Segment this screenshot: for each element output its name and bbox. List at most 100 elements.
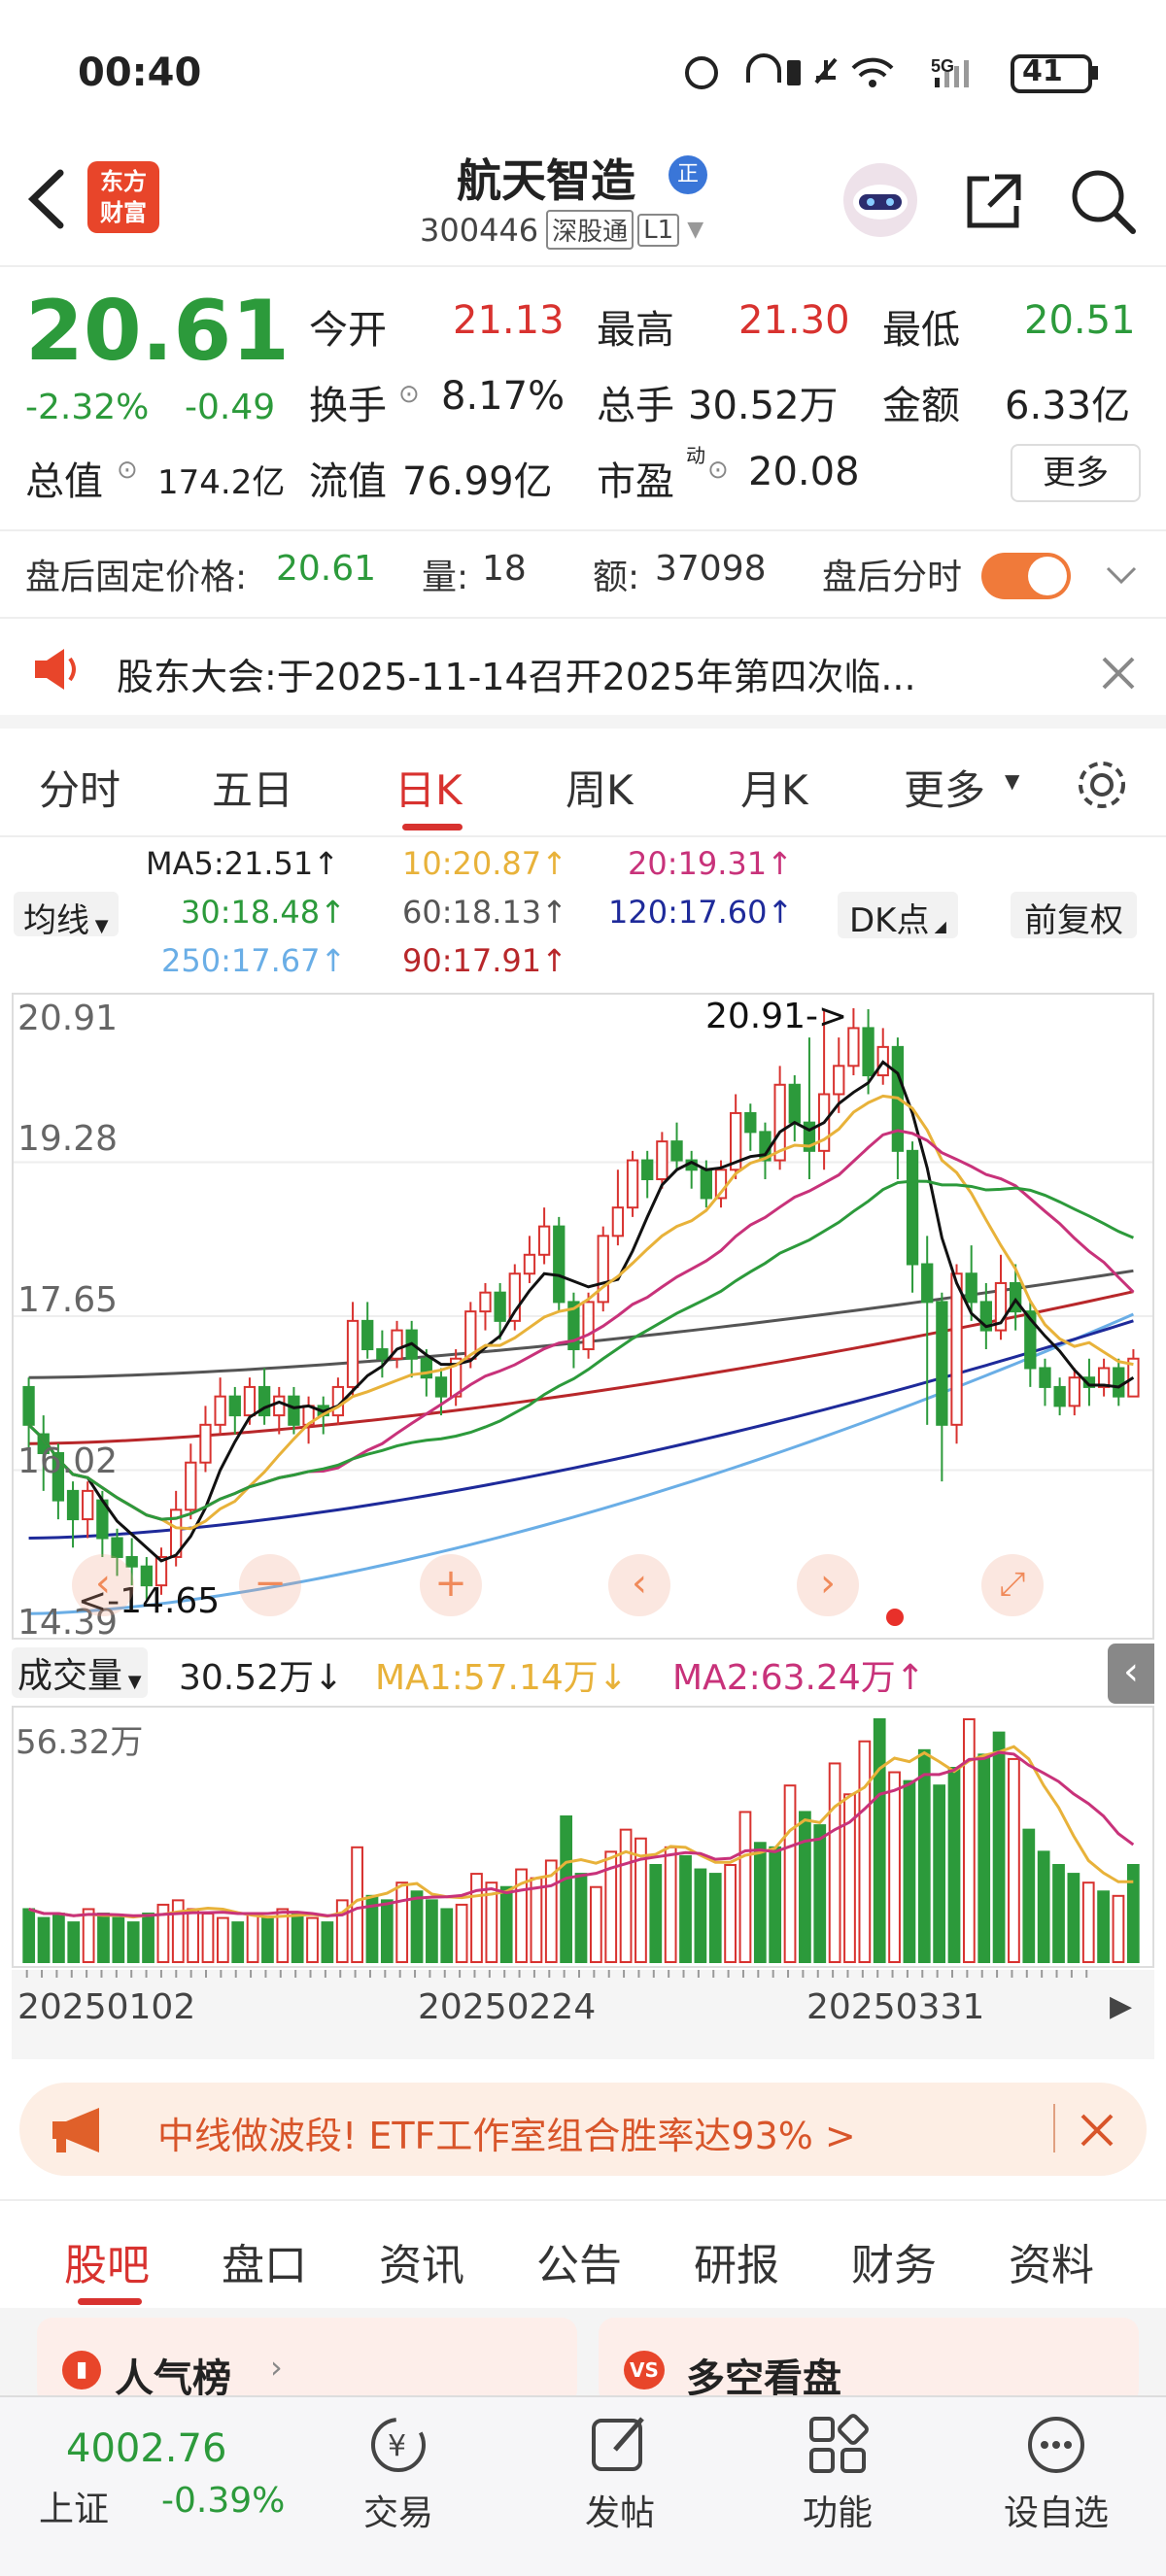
volume-bar: [574, 1873, 588, 1963]
volume-bar: [306, 1916, 319, 1963]
tab-news[interactable]: 资讯: [379, 2230, 464, 2292]
robot-avatar-icon[interactable]: [841, 161, 919, 239]
info-icon[interactable]: ⊙: [707, 456, 729, 485]
afterhours-toggle[interactable]: [981, 553, 1071, 599]
content-tabs: 股吧 盘口 资讯 公告 研报 财务 资料: [0, 2199, 1166, 2308]
candle-body: [1053, 1385, 1066, 1407]
volume-bar: [201, 1913, 215, 1963]
search-icon[interactable]: [1067, 165, 1139, 237]
volume-bar: [1052, 1864, 1065, 1963]
ma5-label: MA5:21.51↑: [146, 845, 340, 882]
volume-bar: [828, 1762, 841, 1963]
scroll-left-far-icon[interactable]: ‹: [72, 1554, 134, 1616]
candle-body: [597, 1235, 609, 1304]
candle-body: [361, 1319, 374, 1351]
fullscreen-icon[interactable]: ⤢: [981, 1554, 1044, 1616]
post-button[interactable]: 发帖: [571, 2411, 669, 2557]
tab-orderbook[interactable]: 盘口: [222, 2230, 307, 2292]
candle-body: [847, 1027, 860, 1068]
notice-text: 股东大会:于2025-11-14召开2025年第四次临...: [117, 656, 916, 698]
more-dots-icon: [1028, 2417, 1084, 2473]
scroll-left-icon[interactable]: ‹: [608, 1554, 670, 1616]
vol-value: 30.52万: [688, 384, 839, 428]
volume-bar: [440, 1908, 454, 1963]
candle-body: [936, 1301, 948, 1426]
candle-body: [921, 1263, 934, 1304]
tab-announcements[interactable]: 公告: [536, 2230, 622, 2292]
close-icon[interactable]: [1100, 655, 1139, 694]
trade-button[interactable]: ¥ 交易: [350, 2411, 447, 2557]
candle-body: [376, 1348, 389, 1360]
volume-bar: [231, 1921, 245, 1964]
ah-price: 20.61: [276, 549, 377, 589]
volume-select[interactable]: 成交量 ▼: [12, 1647, 148, 1698]
share-icon[interactable]: [960, 167, 1028, 235]
svg-text:¥: ¥: [388, 2429, 406, 2463]
add-watchlist-button[interactable]: 设自选: [993, 2411, 1119, 2557]
card-longshort[interactable]: VS 多空看盘: [599, 2318, 1139, 2405]
volume-bar: [753, 1842, 767, 1963]
card-popularity[interactable]: ▮ 人气榜 ›: [37, 2318, 577, 2405]
volume-bar: [977, 1753, 991, 1964]
volume-bar: [1081, 1881, 1095, 1964]
badge-icon: 正: [669, 155, 707, 194]
back-icon[interactable]: [21, 165, 70, 233]
info-icon[interactable]: ⊙: [117, 456, 138, 485]
play-icon[interactable]: ▶: [1110, 1989, 1132, 2023]
collapse-panel-icon[interactable]: ‹: [1108, 1644, 1154, 1704]
tab-intraday[interactable]: 分时: [39, 758, 120, 817]
zoom-in-icon[interactable]: +: [420, 1554, 482, 1616]
candle-body: [950, 1272, 963, 1426]
scroll-right-icon[interactable]: ›: [797, 1554, 859, 1616]
dk-point-button[interactable]: DK点 ◢: [838, 892, 958, 940]
ah-amt: 37098: [655, 549, 767, 589]
tab-weekly[interactable]: 周K: [566, 758, 634, 817]
notice-bar[interactable]: 股东大会:于2025-11-14召开2025年第四次临...: [0, 622, 1166, 729]
volume-header: 成交量 ▼ 30.52万↓ MA1:57.14万↓ MA2:63.24万↑ ‹: [12, 1642, 1154, 1704]
ma250-label: 250:17.67↑: [161, 942, 347, 979]
volume-bar: [769, 1846, 782, 1963]
more-button[interactable]: 更多: [1011, 444, 1141, 502]
app-logo[interactable]: 东方 财富: [87, 161, 159, 233]
vol-label: 总手: [597, 384, 674, 428]
volume-bar: [947, 1767, 961, 1963]
tab-profile[interactable]: 资料: [1009, 2230, 1094, 2292]
functions-button[interactable]: 功能: [789, 2411, 886, 2557]
ah-toggle-label: 盘后分时: [822, 558, 963, 597]
high-label: 最高: [597, 308, 674, 353]
last-price: 20.61: [25, 283, 291, 380]
tab-financials[interactable]: 财务: [851, 2230, 937, 2292]
candle-body: [1113, 1367, 1125, 1398]
close-icon[interactable]: [1079, 2112, 1117, 2151]
mcap-label: 总值: [25, 459, 103, 504]
chevron-right-icon: ›: [270, 2349, 283, 2386]
index-widget[interactable]: 4002.76 上证 -0.39%: [0, 2397, 321, 2576]
promo-banner[interactable]: 中线做波段! ETF工作室组合胜率达93% >: [19, 2083, 1147, 2176]
gear-icon[interactable]: [1073, 756, 1131, 814]
candle-body: [228, 1395, 241, 1417]
tab-daily[interactable]: 日K: [394, 758, 463, 817]
adjust-button[interactable]: 前复权: [1011, 892, 1137, 940]
tag-sgt: 深股通: [546, 210, 634, 250]
candle-body: [66, 1489, 80, 1521]
volume-bar: [799, 1811, 811, 1963]
tab-5day[interactable]: 五日: [212, 758, 293, 817]
volume-ma2: MA2:63.24万↑: [672, 1658, 925, 1698]
trade-icon: ¥: [371, 2418, 426, 2472]
functions-label: 功能: [802, 2493, 873, 2533]
tab-monthly[interactable]: 月K: [740, 758, 808, 817]
candle-body: [788, 1083, 801, 1124]
ma-select[interactable]: 均线 ▼: [14, 892, 119, 940]
zoom-out-icon[interactable]: −: [239, 1554, 301, 1616]
volume-bar: [455, 1903, 468, 1963]
candle-body: [833, 1065, 845, 1096]
tab-forum[interactable]: 股吧: [64, 2230, 150, 2292]
tab-more[interactable]: 更多: [904, 758, 985, 817]
tab-research[interactable]: 研报: [694, 2230, 779, 2292]
chevron-down-icon[interactable]: [1104, 560, 1139, 590]
volume-bar: [888, 1771, 901, 1963]
kline-chart[interactable]: 20.91 19.28 17.65 16.02 14.39 20.91-> <-…: [12, 993, 1154, 1643]
logo-line2: 财富: [100, 199, 147, 226]
stock-code-row[interactable]: 300446 深股通 L1 ▼: [420, 210, 703, 250]
info-icon[interactable]: ⊙: [398, 380, 420, 409]
